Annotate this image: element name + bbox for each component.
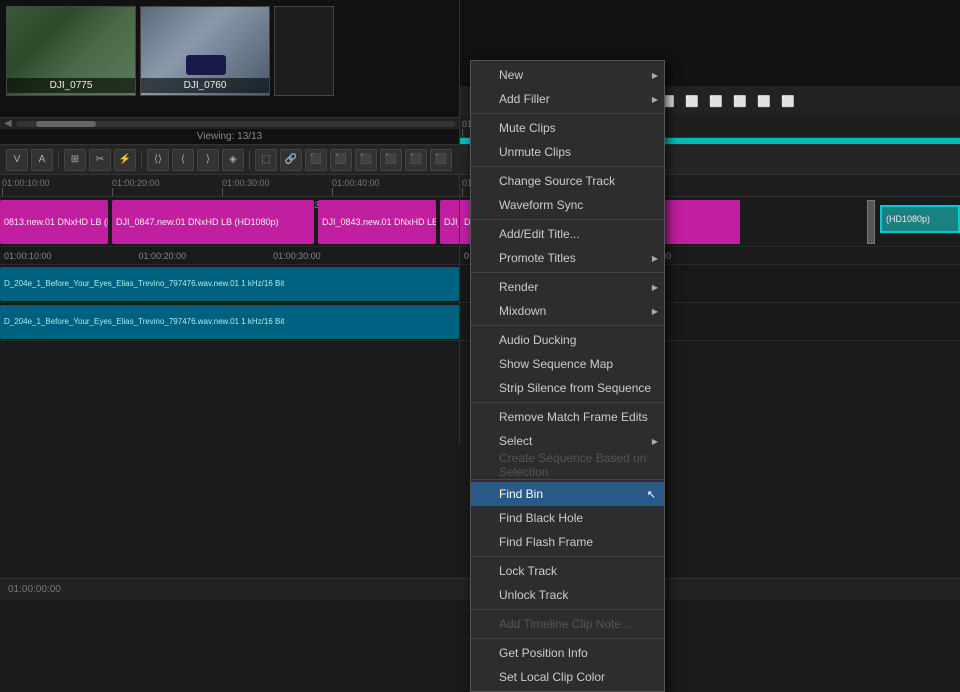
menu-item-strip-silence[interactable]: Strip Silence from Sequence [471,376,664,400]
context-menu-overlay: New Add Filler Mute Clips Unmute Clips C… [0,0,960,600]
menu-item-unlock-track[interactable]: Unlock Track [471,583,664,607]
menu-item-add-edit-title-label: Add/Edit Title... [499,227,580,241]
menu-sep-4 [471,272,664,273]
menu-item-mixdown-label: Mixdown [499,304,546,318]
menu-sep-1 [471,113,664,114]
menu-sep-2 [471,166,664,167]
menu-item-set-local-clip-color[interactable]: Set Local Clip Color [471,665,664,689]
menu-item-new[interactable]: New [471,63,664,87]
menu-item-new-label: New [499,68,523,82]
menu-item-waveform-sync-label: Waveform Sync [499,198,583,212]
menu-sep-8 [471,556,664,557]
menu-item-lock-track-label: Lock Track [499,564,557,578]
menu-item-set-local-clip-color-label: Set Local Clip Color [499,670,605,684]
menu-item-mute-clips[interactable]: Mute Clips [471,116,664,140]
menu-item-unmute-clips[interactable]: Unmute Clips [471,140,664,164]
menu-sep-5 [471,325,664,326]
menu-sep-7 [471,479,664,480]
menu-item-promote-titles-label: Promote Titles [499,251,576,265]
context-menu: New Add Filler Mute Clips Unmute Clips C… [470,60,665,692]
menu-item-add-filler-label: Add Filler [499,92,550,106]
menu-item-mute-clips-label: Mute Clips [499,121,556,135]
menu-item-waveform-sync[interactable]: Waveform Sync [471,193,664,217]
menu-item-change-source-track[interactable]: Change Source Track [471,169,664,193]
menu-item-remove-match-frame-edits-label: Remove Match Frame Edits [499,410,648,424]
menu-item-create-sequence[interactable]: Create Sequence Based on Selection [471,453,664,477]
menu-sep-10 [471,638,664,639]
menu-item-strip-silence-label: Strip Silence from Sequence [499,381,651,395]
menu-item-render-label: Render [499,280,538,294]
menu-item-find-black-hole[interactable]: Find Black Hole [471,506,664,530]
menu-item-remove-match-frame-edits[interactable]: Remove Match Frame Edits [471,405,664,429]
menu-item-mixdown[interactable]: Mixdown [471,299,664,323]
menu-item-show-sequence-map-label: Show Sequence Map [499,357,613,371]
menu-item-audio-ducking[interactable]: Audio Ducking [471,328,664,352]
menu-item-unmute-clips-label: Unmute Clips [499,145,571,159]
menu-item-lock-track[interactable]: Lock Track [471,559,664,583]
menu-item-render[interactable]: Render [471,275,664,299]
menu-item-get-position-info[interactable]: Get Position Info [471,641,664,665]
menu-item-add-filler[interactable]: Add Filler [471,87,664,111]
menu-item-show-sequence-map[interactable]: Show Sequence Map [471,352,664,376]
menu-item-promote-titles[interactable]: Promote Titles [471,246,664,270]
menu-item-find-black-hole-label: Find Black Hole [499,511,583,525]
menu-sep-6 [471,402,664,403]
menu-item-get-position-info-label: Get Position Info [499,646,588,660]
find-bin-cursor-icon: ↖ [647,488,656,501]
menu-item-add-edit-title[interactable]: Add/Edit Title... [471,222,664,246]
menu-item-add-timeline-clip-note[interactable]: Add Timeline Clip Note... [471,612,664,636]
menu-item-change-source-track-label: Change Source Track [499,174,615,188]
menu-sep-9 [471,609,664,610]
menu-item-select-label: Select [499,434,532,448]
menu-item-audio-ducking-label: Audio Ducking [499,333,576,347]
menu-item-find-bin[interactable]: Find Bin ↖ [471,482,664,506]
menu-item-find-flash-frame-label: Find Flash Frame [499,535,593,549]
menu-item-find-flash-frame[interactable]: Find Flash Frame [471,530,664,554]
menu-sep-3 [471,219,664,220]
menu-item-create-sequence-label: Create Sequence Based on Selection [499,451,652,479]
menu-item-select[interactable]: Select [471,429,664,453]
menu-item-find-bin-label: Find Bin [499,487,543,501]
menu-item-add-timeline-clip-note-label: Add Timeline Clip Note... [499,617,631,631]
